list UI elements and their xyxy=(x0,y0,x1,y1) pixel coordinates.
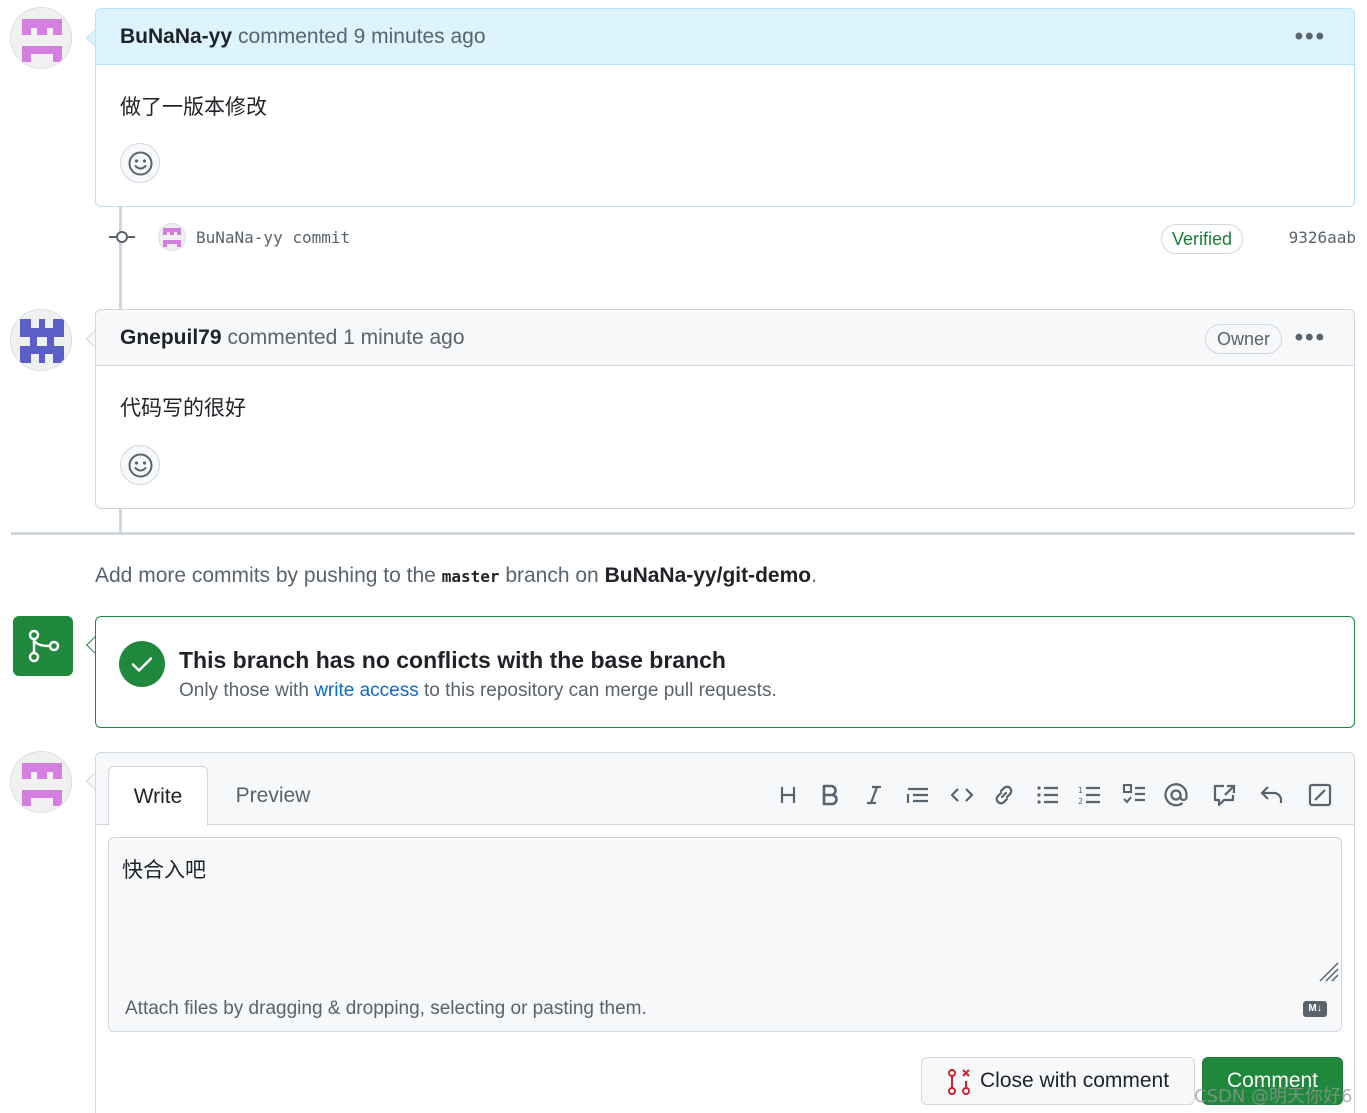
task-list-icon[interactable] xyxy=(1119,779,1151,811)
avatar[interactable] xyxy=(10,751,72,813)
owner-badge: Owner xyxy=(1204,324,1282,354)
ordered-list-icon[interactable]: 12 xyxy=(1074,779,1106,811)
reply-icon[interactable] xyxy=(1256,779,1288,811)
comment-meta[interactable]: commented 9 minutes ago xyxy=(238,25,485,49)
merge-status-box: This branch has no conflicts with the ba… xyxy=(95,616,1355,728)
pull-request-closed-icon xyxy=(948,1069,970,1095)
push-hint-middle: branch on xyxy=(505,564,599,587)
comment-card: Gnepuil79 commented 1 minute ago Owner •… xyxy=(95,309,1355,509)
comment-header: Gnepuil79 commented 1 minute ago Owner •… xyxy=(96,310,1354,366)
attach-files-hint: Attach files by dragging & dropping, sel… xyxy=(125,998,647,1019)
smiley-icon xyxy=(128,453,153,478)
commit-row: BuNaNa-yy commit Verified 9326aab xyxy=(108,218,1358,258)
editor-header: Write Preview 1 2 xyxy=(96,753,1354,826)
quote-icon[interactable] xyxy=(902,779,934,811)
comment-body: 做了一版本修改 xyxy=(120,95,267,119)
tab-write[interactable]: Write xyxy=(108,766,208,826)
comment-author[interactable]: BuNaNa-yy xyxy=(120,25,232,49)
unordered-list-icon[interactable] xyxy=(1032,779,1064,811)
svg-text:2: 2 xyxy=(1078,797,1083,806)
mention-icon[interactable] xyxy=(1160,779,1192,811)
svg-text:1: 1 xyxy=(1078,786,1083,795)
link-icon[interactable] xyxy=(988,779,1020,811)
close-with-comment-button[interactable]: Close with comment xyxy=(921,1057,1195,1105)
smiley-icon xyxy=(128,151,153,176)
check-circle-icon xyxy=(119,641,165,687)
fullscreen-icon[interactable] xyxy=(1304,779,1336,811)
comment-meta[interactable]: commented 1 minute ago xyxy=(228,326,465,350)
branch-name: master xyxy=(441,567,500,586)
push-hint-suffix: . xyxy=(811,564,817,587)
verified-badge[interactable]: Verified xyxy=(1161,224,1244,254)
bold-icon[interactable] xyxy=(814,779,846,811)
markdown-toolbar: 12 xyxy=(772,779,1342,811)
git-commit-icon xyxy=(109,231,135,243)
attach-files-bar[interactable]: Attach files by dragging & dropping, sel… xyxy=(108,986,1342,1032)
git-merge-icon xyxy=(28,629,60,663)
commit-message[interactable]: BuNaNa-yy commit xyxy=(196,228,350,247)
close-with-comment-label: Close with comment xyxy=(980,1069,1170,1092)
repo-link[interactable]: BuNaNa-yy/git-demo xyxy=(605,564,812,587)
comment-body: 代码写的很好 xyxy=(120,396,246,420)
code-icon[interactable] xyxy=(946,779,978,811)
add-reaction-button[interactable] xyxy=(120,143,160,183)
comment-editor: Write Preview 1 2 快合入吧 Attach files by d… xyxy=(95,752,1355,1113)
comment-header: BuNaNa-yy commented 9 minutes ago ••• xyxy=(96,9,1354,65)
merge-sub-prefix: Only those with xyxy=(179,680,309,701)
heading-icon[interactable] xyxy=(772,779,804,811)
resize-handle-icon[interactable] xyxy=(1318,961,1340,983)
merge-sub-suffix: to this repository can merge pull reques… xyxy=(424,680,777,701)
commit-sha[interactable]: 9326aab xyxy=(1289,228,1356,247)
cross-reference-icon[interactable] xyxy=(1208,779,1240,811)
comment-author[interactable]: Gnepuil79 xyxy=(120,326,222,350)
merge-status-icon-box xyxy=(13,616,73,676)
avatar[interactable] xyxy=(158,223,186,251)
tab-preview[interactable]: Preview xyxy=(218,766,328,826)
push-hint: Add more commits by pushing to the maste… xyxy=(95,564,817,588)
timeline-separator xyxy=(11,532,1355,535)
markdown-icon[interactable]: M↓ xyxy=(1303,1001,1327,1017)
avatar[interactable] xyxy=(10,309,72,371)
more-options-icon[interactable]: ••• xyxy=(1295,23,1326,51)
avatar[interactable] xyxy=(10,7,72,69)
merge-status-title: This branch has no conflicts with the ba… xyxy=(179,647,726,673)
write-access-link[interactable]: write access xyxy=(314,680,419,701)
comment-textarea[interactable]: 快合入吧 xyxy=(108,837,1342,987)
comment-card: BuNaNa-yy commented 9 minutes ago ••• 做了… xyxy=(95,8,1355,207)
merge-status-subtitle: Only those with write access to this rep… xyxy=(179,680,777,702)
timeline-line xyxy=(119,508,122,534)
more-options-icon[interactable]: ••• xyxy=(1295,324,1326,352)
watermark: CSDN @明天你好6 xyxy=(1194,1086,1353,1107)
italic-icon[interactable] xyxy=(858,779,890,811)
add-reaction-button[interactable] xyxy=(120,445,160,485)
push-hint-prefix: Add more commits by pushing to the xyxy=(95,564,436,587)
